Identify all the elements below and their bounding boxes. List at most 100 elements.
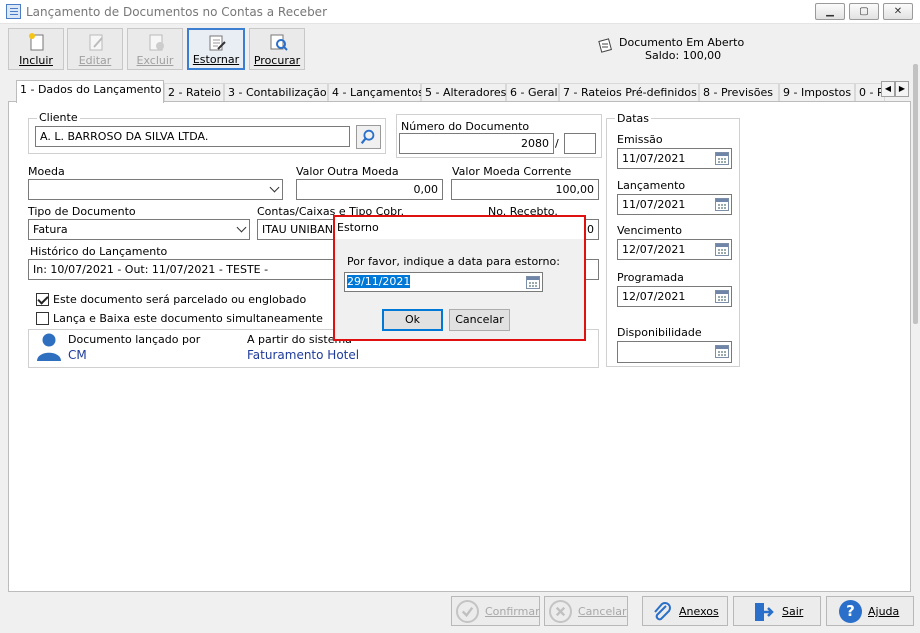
tipo-documento-value: Fatura [33,223,68,236]
lancado-por-value: CM [68,348,87,362]
cancel-icon [549,600,572,623]
tab-dados-lancamento[interactable]: 1 - Dados do Lançamento [16,80,164,103]
emissao-label: Emissão [617,133,663,146]
ajuda-button[interactable]: ? Ajuda [826,596,914,626]
programada-value: 12/07/2021 [622,290,686,303]
sair-label: Sair [782,605,804,618]
search-icon [360,129,375,145]
vertical-scrollbar[interactable] [911,24,920,594]
ok-button[interactable]: Ok [382,309,443,331]
valor-moeda-corrente-input[interactable]: 100,00 [451,179,599,200]
confirmar-label: Confirmar [485,605,540,618]
dialog-title: Estorno [335,217,584,239]
lanca-baixa-checkbox[interactable] [36,312,49,325]
tab-geral[interactable]: 6 - Geral [506,83,559,102]
incluir-label: Incluir [19,54,53,67]
new-document-icon [29,33,44,51]
calendar-icon[interactable] [526,276,540,289]
excluir-button[interactable]: Excluir [127,28,183,70]
cliente-input[interactable]: A. L. BARROSO DA SILVA LTDA. [35,126,350,147]
vencimento-value: 12/07/2021 [622,243,686,256]
search-document-icon [270,34,288,51]
cliente-label: Cliente [37,111,80,124]
reverse-document-icon [209,35,226,51]
vencimento-label: Vencimento [617,224,683,237]
historico-label: Histórico do Lançamento [30,245,168,258]
close-button[interactable]: ✕ [883,3,913,20]
programada-date-input[interactable]: 12/07/2021 [617,286,732,307]
numero-documento-separator: / [555,137,559,150]
tab-previsoes[interactable]: 8 - Previsões [699,83,779,102]
tab-impostos[interactable]: 9 - Impostos [779,83,855,102]
incluir-button[interactable]: Incluir [8,28,64,70]
valor-outra-moeda-label: Valor Outra Moeda [296,165,399,178]
tab-rateios-predefinidos[interactable]: 7 - Rateios Pré-definidos [559,83,699,102]
emissao-value: 11/07/2021 [622,152,686,165]
disponibilidade-date-input[interactable] [617,341,732,363]
tab-scroll-right-button[interactable]: ▶ [895,81,909,97]
anexos-button[interactable]: Anexos [642,596,728,626]
emissao-date-input[interactable]: 11/07/2021 [617,148,732,169]
editar-button[interactable]: Editar [67,28,123,70]
estorno-date-value: 29/11/2021 [347,275,411,288]
estorno-dialog: Estorno Por favor, indique a data para e… [333,215,586,341]
valor-moeda-corrente-label: Valor Moeda Corrente [452,165,572,178]
tab-rateio[interactable]: 2 - Rateio [164,83,224,102]
window-title: Lançamento de Documentos no Contas a Rec… [26,5,328,19]
lanca-baixa-label: Lança e Baixa este documento simultaneam… [53,312,323,325]
title-bar: Lançamento de Documentos no Contas a Rec… [0,0,920,24]
procurar-label: Procurar [253,54,301,67]
help-icon: ? [839,600,862,623]
numero-documento-label: Número do Documento [401,120,530,133]
cancelar-dialog-button[interactable]: Cancelar [449,309,510,331]
moeda-select[interactable] [28,179,283,200]
programada-label: Programada [617,271,684,284]
cancelar-label: Cancelar [578,605,627,618]
parcelado-label: Este documento será parcelado ou engloba… [53,293,307,306]
confirmar-button[interactable]: Confirmar [451,596,540,626]
maximize-button[interactable]: ▢ [849,3,879,20]
cliente-search-button[interactable] [356,125,381,149]
ajuda-label: Ajuda [868,605,900,618]
excluir-label: Excluir [136,54,174,67]
numero-documento-input[interactable]: 2080 [399,133,554,154]
check-icon [456,600,479,623]
calendar-icon[interactable] [715,290,729,303]
scrollbar-thumb[interactable] [913,64,918,324]
app-icon [6,4,21,19]
tab-scroll-left-button[interactable]: ◀ [881,81,895,97]
calendar-icon[interactable] [715,152,729,165]
disponibilidade-label: Disponibilidade [617,326,702,339]
tab-contabilizacao[interactable]: 3 - Contabilização [224,83,328,102]
tab-lancamentos[interactable]: 4 - Lançamentos [328,83,424,102]
tipo-documento-select[interactable]: Fatura [28,219,250,240]
vencimento-date-input[interactable]: 12/07/2021 [617,239,732,260]
estorno-date-input[interactable]: 29/11/2021 [344,272,543,292]
chevron-down-icon [269,182,280,193]
parcelado-checkbox[interactable] [36,293,49,306]
editar-label: Editar [78,54,112,67]
sair-button[interactable]: Sair [733,596,821,626]
tab-page: Cliente A. L. BARROSO DA SILVA LTDA. Núm… [8,101,911,592]
numero-documento-suffix-input[interactable] [564,133,596,154]
dialog-prompt: Por favor, indique a data para estorno: [347,255,560,268]
minimize-button[interactable]: ▁ [815,3,845,20]
calendar-icon[interactable] [715,345,729,358]
procurar-button[interactable]: Procurar [249,28,305,70]
estornar-button[interactable]: Estornar [187,28,245,70]
exit-icon [755,603,774,621]
tipo-documento-label: Tipo de Documento [28,205,136,218]
valor-outra-moeda-input[interactable]: 0,00 [296,179,443,200]
status-title: Documento Em Aberto [619,36,745,49]
document-status-icon [598,38,612,53]
calendar-icon[interactable] [715,243,729,256]
moeda-label: Moeda [28,165,65,178]
lancamento-date-input[interactable]: 11/07/2021 [617,194,732,215]
calendar-icon[interactable] [715,198,729,211]
tab-bar: 1 - Dados do Lançamento 2 - Rateio 3 - C… [8,80,911,103]
paperclip-icon [654,602,671,621]
lancamento-date-label: Lançamento [617,179,686,192]
cancelar-button[interactable]: Cancelar [544,596,628,626]
delete-document-icon [149,34,164,51]
tab-alteradores[interactable]: 5 - Alteradores [421,83,506,102]
